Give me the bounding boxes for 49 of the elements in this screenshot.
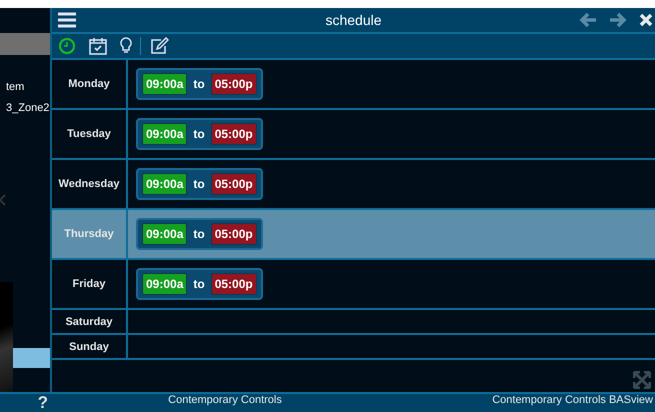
close-button[interactable] xyxy=(639,13,653,27)
range-separator: to xyxy=(193,227,205,241)
selected-row-bar xyxy=(13,348,50,368)
time-range[interactable]: 09:00a to 05:00p xyxy=(136,268,263,300)
range-separator: to xyxy=(193,177,205,191)
end-time: 05:00p xyxy=(210,173,257,195)
range-separator: to xyxy=(193,77,205,91)
company-name: Contemporary Controls xyxy=(167,394,283,406)
time-range[interactable]: 09:00a to 05:00p xyxy=(136,218,263,250)
day-row[interactable]: Sunday xyxy=(52,335,655,360)
time-range[interactable]: 09:00a to 05:00p xyxy=(136,168,263,200)
end-time: 05:00p xyxy=(210,273,257,295)
product-name: Contemporary Controls BASview xyxy=(491,394,654,406)
day-label: Sunday xyxy=(52,335,128,358)
background-item: tem xyxy=(6,80,26,95)
day-label: Monday xyxy=(52,60,128,108)
day-label: Saturday xyxy=(52,310,128,333)
clock-button[interactable] xyxy=(58,37,76,55)
help-button[interactable]: ? xyxy=(0,394,50,412)
forward-button[interactable] xyxy=(609,12,627,28)
day-row[interactable]: Friday 09:00a to 05:00p xyxy=(52,260,655,310)
range-separator: to xyxy=(193,127,205,141)
start-time: 09:00a xyxy=(142,173,188,195)
time-range[interactable]: 09:00a to 05:00p xyxy=(136,118,263,150)
lightbulb-button[interactable] xyxy=(120,37,132,55)
range-separator: to xyxy=(193,277,205,291)
day-label: Tuesday xyxy=(52,110,128,158)
end-time: 05:00p xyxy=(210,223,257,245)
edit-button[interactable] xyxy=(149,37,169,55)
day-row[interactable]: Monday 09:00a to 05:00p xyxy=(52,60,655,110)
background-item: 3_Zone2 xyxy=(6,101,50,116)
day-label: Wednesday xyxy=(52,160,128,208)
day-row[interactable]: Thursday 09:00a to 05:00p xyxy=(52,210,655,260)
day-label: Friday xyxy=(52,260,128,308)
window-title: schedule xyxy=(325,12,382,28)
start-time: 09:00a xyxy=(142,223,188,245)
start-time: 09:00a xyxy=(142,273,188,295)
back-button[interactable] xyxy=(579,12,597,28)
start-time: 09:00a xyxy=(142,73,188,95)
day-row[interactable]: Saturday xyxy=(52,310,655,335)
day-row[interactable]: Tuesday 09:00a to 05:00p xyxy=(52,110,655,160)
start-time: 09:00a xyxy=(142,123,188,145)
time-range[interactable]: 09:00a to 05:00p xyxy=(136,68,263,100)
end-time: 05:00p xyxy=(210,73,257,95)
menu-button[interactable] xyxy=(58,12,76,28)
header-bar xyxy=(0,33,50,55)
end-time: 05:00p xyxy=(210,123,257,145)
calendar-button[interactable] xyxy=(88,36,108,56)
day-label: Thursday xyxy=(52,210,128,258)
